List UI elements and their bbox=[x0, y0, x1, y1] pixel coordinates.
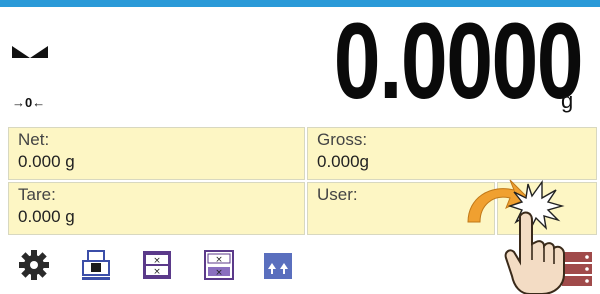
svg-text:×: × bbox=[215, 255, 223, 265]
printer-icon[interactable] bbox=[80, 249, 112, 281]
tap-gesture-hand-icon bbox=[467, 179, 565, 294]
svg-text:×: × bbox=[215, 268, 223, 278]
stability-indicator-icon bbox=[12, 46, 48, 58]
net-label: Net: bbox=[18, 130, 50, 149]
packaging-icon[interactable]: × × bbox=[141, 249, 173, 281]
svg-text:×: × bbox=[153, 256, 161, 266]
packaging-alt-icon[interactable]: × × bbox=[203, 249, 235, 281]
net-field[interactable]: Net: 0.000 g bbox=[8, 127, 305, 180]
zero-indicator: →0← bbox=[12, 95, 46, 110]
arrows-up-icon[interactable] bbox=[262, 249, 294, 281]
svg-text:×: × bbox=[153, 267, 161, 277]
gross-label: Gross: bbox=[317, 130, 368, 149]
gross-field[interactable]: Gross: 0.000g bbox=[307, 127, 597, 180]
gross-value: 0.000g bbox=[317, 152, 369, 171]
tare-value: 0.000 g bbox=[18, 207, 75, 226]
net-value: 0.000 g bbox=[18, 152, 75, 171]
weight-reading: 0.0000 bbox=[333, 0, 584, 121]
weight-unit: g bbox=[561, 88, 574, 113]
tare-field[interactable]: Tare: 0.000 g bbox=[8, 182, 305, 235]
gear-icon[interactable] bbox=[18, 249, 50, 281]
tare-label: Tare: bbox=[18, 185, 56, 204]
